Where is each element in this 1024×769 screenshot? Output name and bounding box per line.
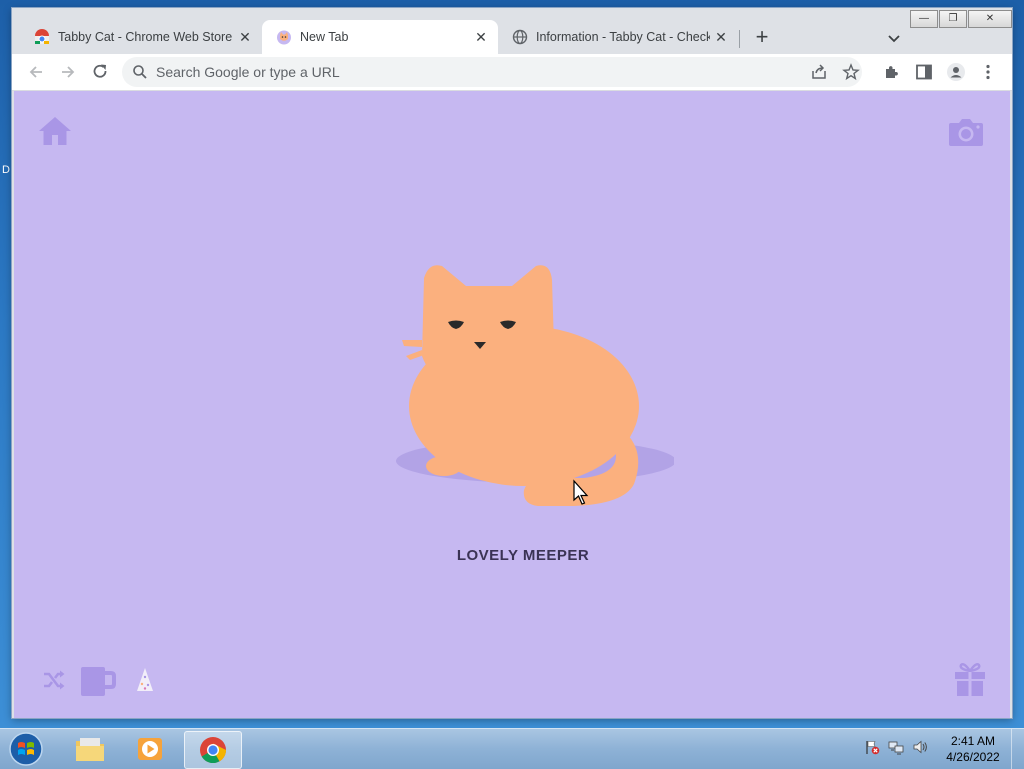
chrome-web-store-icon xyxy=(35,29,49,44)
tab-title: Information - Tabby Cat - Checkout xyxy=(536,30,710,44)
folder-icon xyxy=(76,738,104,761)
cat-illustration[interactable] xyxy=(384,256,674,516)
close-tab-icon[interactable]: ✕ xyxy=(710,29,732,46)
back-arrow-icon[interactable] xyxy=(26,62,46,82)
home-icon[interactable] xyxy=(38,115,72,147)
gift-icon[interactable] xyxy=(954,661,986,697)
mug-icon[interactable] xyxy=(80,665,116,697)
volume-icon[interactable] xyxy=(912,739,928,755)
browser-window: — ❐ ✕ Tabby Cat - Chrome Web Store ✕ New… xyxy=(12,8,1012,718)
tabby-cat-icon xyxy=(277,30,291,45)
bookmark-star-icon[interactable] xyxy=(842,63,860,81)
tab-strip: Tabby Cat - Chrome Web Store ✕ New Tab ✕… xyxy=(12,18,1012,54)
media-player-icon xyxy=(138,738,162,760)
more-menu-icon[interactable] xyxy=(978,62,998,82)
network-icon[interactable] xyxy=(888,739,904,755)
search-icon xyxy=(133,65,147,79)
clock-time: 2:41 AM xyxy=(950,734,996,748)
address-bar[interactable]: Search Google or type a URL xyxy=(122,57,862,87)
new-tab-page: LOVELY MEEPER xyxy=(14,91,1010,718)
tab-title: Tabby Cat - Chrome Web Store xyxy=(58,30,233,44)
share-icon[interactable] xyxy=(810,63,828,81)
chrome-icon xyxy=(200,737,227,764)
show-desktop-button[interactable] xyxy=(1011,729,1024,769)
address-bar-placeholder: Search Google or type a URL xyxy=(156,64,340,80)
tab-chrome-web-store[interactable]: Tabby Cat - Chrome Web Store ✕ xyxy=(20,20,262,54)
cat-name-label: LOVELY MEEPER xyxy=(456,547,590,564)
clock-date: 4/26/2022 xyxy=(946,750,1000,764)
start-button-icon[interactable] xyxy=(6,731,46,767)
close-tab-icon[interactable]: ✕ xyxy=(234,29,256,46)
tab-information-checkout[interactable]: Information - Tabby Cat - Checkout ✕ xyxy=(498,20,738,54)
tab-search-chevron-icon[interactable] xyxy=(884,28,904,48)
desktop-edge-text: D xyxy=(2,164,10,176)
forward-arrow-icon[interactable] xyxy=(58,62,78,82)
taskbar-media-player[interactable] xyxy=(122,731,178,767)
extensions-puzzle-icon[interactable] xyxy=(882,62,902,82)
taskbar-clock[interactable]: 2:41 AM 4/26/2022 xyxy=(940,733,1006,765)
action-center-flag-icon[interactable] xyxy=(864,739,880,755)
profile-avatar-icon[interactable] xyxy=(946,62,966,82)
tab-divider xyxy=(739,30,740,48)
shuffle-icon[interactable] xyxy=(42,669,66,691)
taskbar: 2:41 AM 4/26/2022 xyxy=(0,728,1024,769)
close-tab-icon[interactable]: ✕ xyxy=(470,29,492,46)
taskbar-chrome[interactable] xyxy=(184,731,242,769)
reload-icon[interactable] xyxy=(90,62,110,82)
tab-title: New Tab xyxy=(300,30,349,44)
tab-new-tab[interactable]: New Tab ✕ xyxy=(262,20,498,54)
camera-icon[interactable] xyxy=(948,117,984,147)
new-tab-button[interactable]: + xyxy=(750,26,774,50)
taskbar-file-explorer[interactable] xyxy=(62,731,118,767)
party-hat-icon[interactable] xyxy=(136,667,154,693)
globe-icon xyxy=(512,29,528,45)
system-tray xyxy=(864,739,928,755)
browser-toolbar: Search Google or type a URL xyxy=(12,54,1012,91)
side-panel-icon[interactable] xyxy=(914,62,934,82)
